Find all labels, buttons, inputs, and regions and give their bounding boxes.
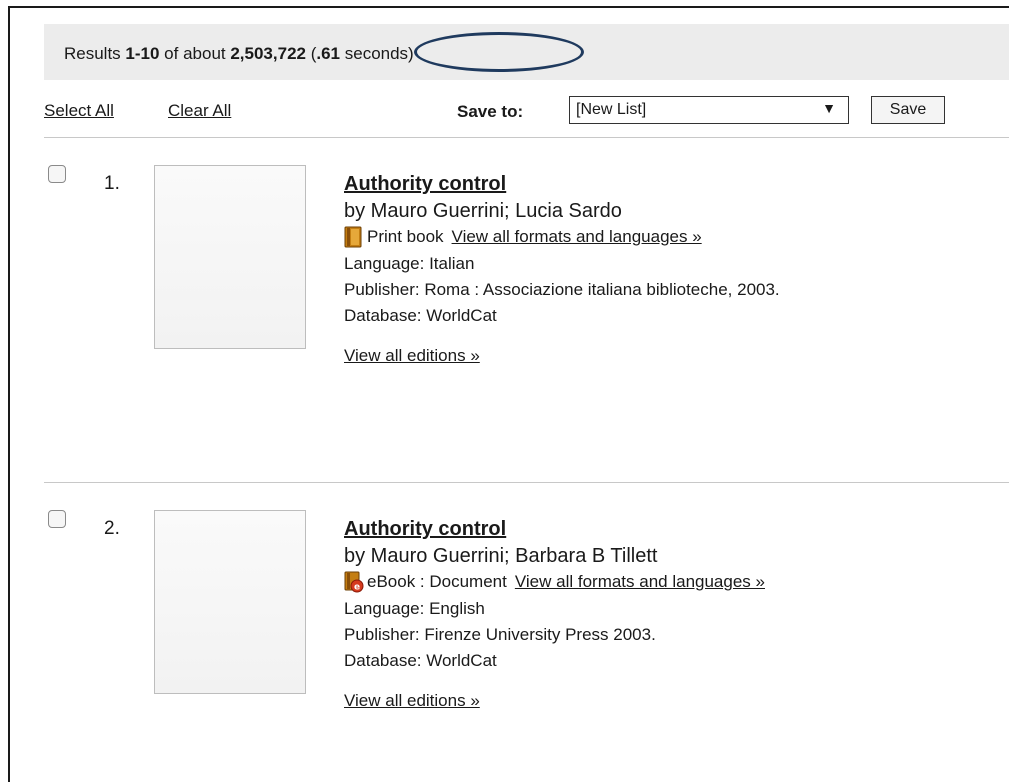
result-publisher: Publisher: Roma : Associazione italiana … xyxy=(344,280,780,299)
ebook-icon: e xyxy=(344,571,364,593)
result-database: Database: WorldCat xyxy=(344,306,497,325)
format-line: Print book View all formats and language… xyxy=(344,226,780,248)
results-summary: Results 1-10 of about 2,503,722 (.61 sec… xyxy=(64,44,414,64)
result-checkbox[interactable] xyxy=(48,165,66,183)
results-total: 2,503,722 xyxy=(230,44,306,63)
clear-all-link[interactable]: Clear All xyxy=(168,101,231,121)
format-line: e eBook : Document View all formats and … xyxy=(344,571,765,593)
result-database: Database: WorldCat xyxy=(344,651,497,670)
search-time: .61 xyxy=(316,44,341,63)
result-authors: by Mauro Guerrini; Barbara B Tillett xyxy=(344,545,658,567)
save-to-label: Save to: xyxy=(457,102,524,121)
svg-text:e: e xyxy=(354,583,360,593)
result-publisher: Publisher: Firenze University Press 2003… xyxy=(344,625,656,644)
view-all-formats-link[interactable]: View all formats and languages » xyxy=(452,227,702,247)
divider xyxy=(44,137,1009,138)
result-details: Authority control by Mauro Guerrini; Luc… xyxy=(344,173,780,366)
view-all-editions-link[interactable]: View all editions » xyxy=(344,691,480,711)
save-list-value: [New List] xyxy=(576,101,647,118)
format-label: Print book xyxy=(367,227,444,246)
results-range: 1-10 xyxy=(125,44,160,63)
dropdown-arrow-icon: ▼ xyxy=(822,100,836,116)
result-title-link[interactable]: Authority control xyxy=(344,518,765,541)
time-close: seconds) xyxy=(340,44,414,63)
summary-prefix: Results xyxy=(64,44,126,63)
summary-mid: of about xyxy=(159,44,231,63)
result-number: 2. xyxy=(104,518,120,539)
format-label: eBook : Document xyxy=(367,572,507,591)
view-all-formats-link[interactable]: View all formats and languages » xyxy=(515,572,765,592)
cover-thumbnail xyxy=(154,510,306,694)
cover-thumbnail xyxy=(154,165,306,349)
save-button[interactable]: Save xyxy=(871,96,945,124)
print-book-icon xyxy=(344,226,362,248)
result-title-link[interactable]: Authority control xyxy=(344,173,780,196)
save-list-select[interactable]: [New List] ▼ xyxy=(569,96,849,124)
result-details: Authority control by Mauro Guerrini; Bar… xyxy=(344,518,765,711)
time-open: ( xyxy=(305,44,317,63)
result-language: Language: Italian xyxy=(344,254,475,273)
highlight-circle-annotation xyxy=(414,32,584,72)
result-number: 1. xyxy=(104,173,120,194)
view-all-editions-link[interactable]: View all editions » xyxy=(344,346,480,366)
result-language: Language: English xyxy=(344,599,485,618)
results-toolbar: Select All Clear All Save to: [New List]… xyxy=(44,96,1009,126)
result-authors: by Mauro Guerrini; Lucia Sardo xyxy=(344,200,622,222)
select-all-link[interactable]: Select All xyxy=(44,101,114,121)
divider xyxy=(44,482,1009,483)
result-checkbox[interactable] xyxy=(48,510,66,528)
